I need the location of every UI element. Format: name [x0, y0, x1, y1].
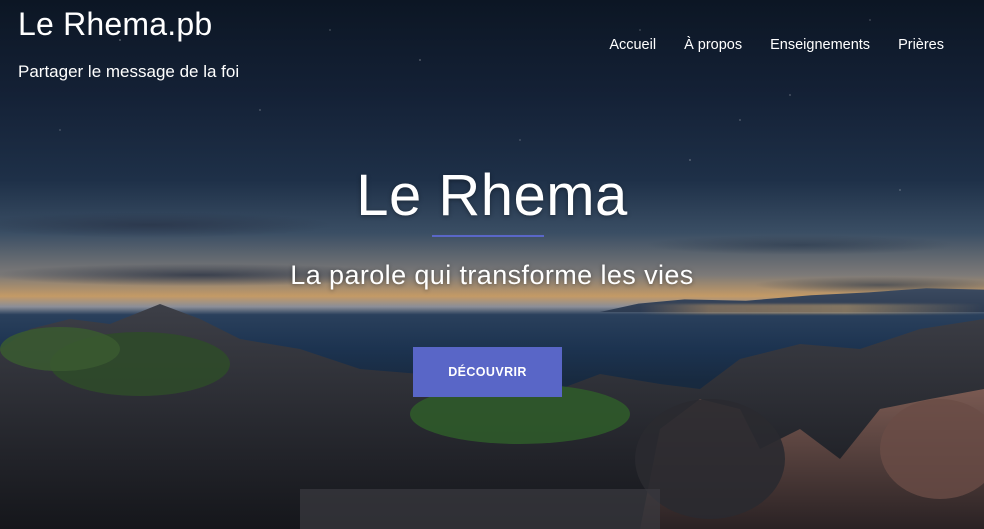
rock-right — [640, 389, 984, 529]
site-tagline: Partager le message de la foi — [18, 62, 240, 81]
hero-heading: Le Rhema — [356, 163, 628, 228]
rock-left — [0, 304, 984, 529]
nav-item-enseignements[interactable]: Enseignements — [770, 36, 870, 54]
heading-divider — [432, 235, 544, 237]
hero-banner: Le Rhema.pb Partager le message de la fo… — [0, 0, 984, 529]
site-title-link[interactable]: Le Rhema.pb — [18, 6, 212, 43]
nav-item-prieres[interactable]: Prières — [898, 36, 944, 54]
main-navigation: Accueil À propos Enseignements Prières — [609, 36, 944, 54]
city-lights — [640, 304, 984, 314]
sand-strip — [300, 489, 660, 529]
rocky-shore-image — [0, 304, 984, 529]
rock-boulder — [635, 399, 785, 519]
nav-item-a-propos[interactable]: À propos — [684, 36, 742, 54]
shrub-left — [50, 332, 230, 396]
discover-button[interactable]: DÉCOUVRIR — [413, 347, 562, 397]
nav-item-accueil[interactable]: Accueil — [609, 36, 656, 54]
hero-subheading: La parole qui transforme les vies — [290, 260, 694, 290]
shrub-left-2 — [0, 327, 120, 371]
rock-boulder-right — [880, 399, 984, 499]
